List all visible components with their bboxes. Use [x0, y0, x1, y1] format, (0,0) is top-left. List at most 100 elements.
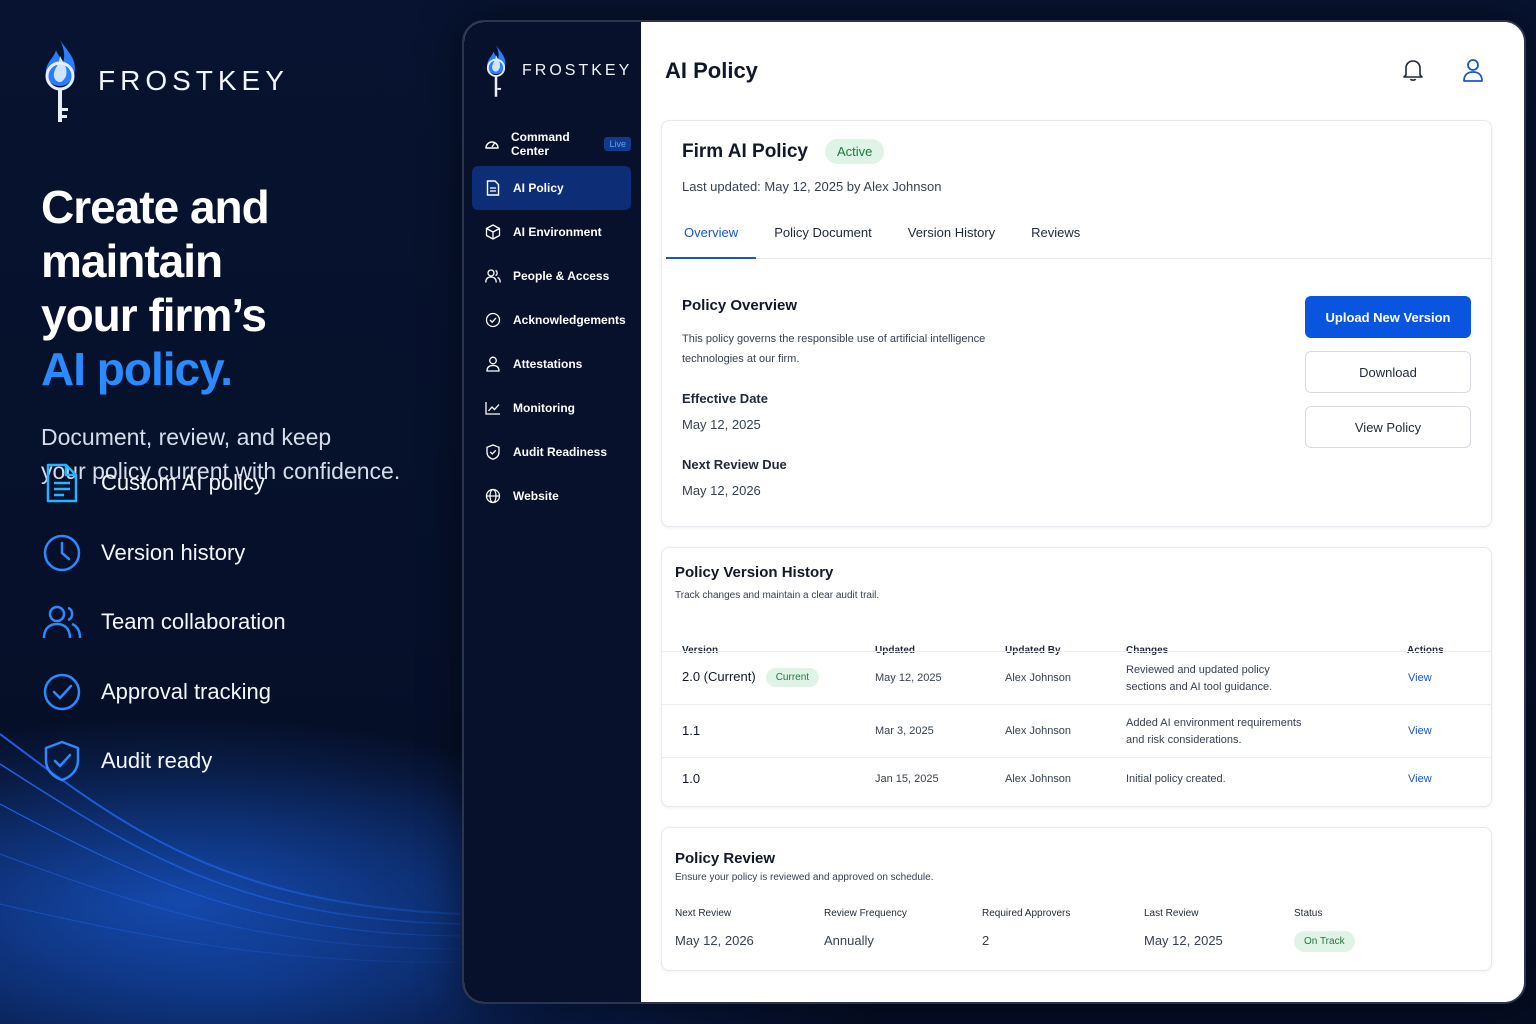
status-badge: Active [825, 139, 885, 164]
brand: FROSTKEY [38, 38, 289, 124]
feature-label: Version history [101, 539, 246, 565]
feature-item: Version history [41, 533, 286, 573]
feature-item: Team collaboration [41, 602, 286, 642]
view-policy-button[interactable]: View Policy [1305, 406, 1471, 448]
hero: Create and maintain your firm’s AI polic… [41, 180, 461, 488]
required-approvers-value: 2 [982, 933, 990, 948]
globe-icon [484, 487, 502, 505]
updated-by-cell: Alex Johnson [1005, 725, 1072, 737]
table-row: 1.1 Mar 3, 2025 Alex Johnson Added AI en… [662, 704, 1491, 757]
sidebar-item-label: People & Access [513, 269, 610, 283]
hero-line-1: Create and maintain [41, 181, 270, 287]
required-approvers-label: Required Approvers [982, 908, 1071, 919]
version-history-subtitle: Track changes and maintain a clear audit… [675, 590, 880, 601]
overview-description: This policy governs the responsible use … [682, 333, 986, 365]
feature-label: Custom AI policy [101, 470, 265, 495]
feature-label: Audit ready [101, 748, 213, 773]
sidebar-item-people-access[interactable]: People & Access [472, 254, 631, 298]
next-review-value: May 12, 2026 [675, 933, 754, 948]
feature-label: Approval tracking [101, 678, 271, 704]
chart-icon [484, 399, 502, 417]
tab-reviews[interactable]: Reviews [1013, 215, 1098, 259]
check-circle-icon [484, 311, 502, 329]
hero-line-2: your firm’s [41, 289, 267, 341]
sidebar-item-label: Monitoring [513, 401, 575, 415]
feature-list: Custom AI policy Version history Team co… [41, 463, 286, 811]
view-link[interactable]: View [1408, 672, 1432, 684]
updated-by-cell: Alex Johnson [1005, 672, 1072, 684]
sidebar-item-audit-readiness[interactable]: Audit Readiness [472, 430, 631, 474]
live-badge: Live [604, 137, 631, 151]
sidebar-item-label: AI Policy [513, 181, 564, 195]
feature-label: Team collaboration [101, 609, 286, 634]
sidebar-item-monitoring[interactable]: Monitoring [472, 386, 631, 430]
view-link[interactable]: View [1408, 773, 1432, 785]
tab-version-history[interactable]: Version History [890, 215, 1013, 259]
policy-card: Firm AI Policy Active Last updated: May … [661, 120, 1492, 527]
policy-review-card: Policy Review Ensure your policy is revi… [661, 827, 1492, 971]
sidebar-item-ai-environment[interactable]: AI Environment [472, 210, 631, 254]
document-icon [41, 462, 83, 504]
sidebar-item-website[interactable]: Website [472, 474, 631, 518]
upload-new-version-button[interactable]: Upload New Version [1305, 296, 1471, 338]
sidebar-item-acknowledgements[interactable]: Acknowledgements [472, 298, 631, 342]
sidebar-brand-name: FROSTKEY [522, 62, 633, 79]
changes-cell: Added AI environment requirements and ri… [1126, 715, 1302, 749]
last-review-value: May 12, 2025 [1144, 933, 1223, 948]
sidebar-item-ai-policy[interactable]: AI Policy [472, 166, 631, 210]
changes-cell: Reviewed and updated policy sections and… [1126, 662, 1272, 696]
changes-line: and risk considerations. [1126, 734, 1242, 746]
overview-title: Policy Overview [682, 297, 798, 314]
version-cell: 2.0 (Current) Current [682, 668, 820, 687]
changes-cell: Initial policy created. [1126, 773, 1226, 785]
shield-check-icon [484, 443, 502, 461]
policy-review-title: Policy Review [675, 850, 776, 867]
sidebar-item-attestations[interactable]: Attestations [472, 342, 631, 386]
on-track-badge: On Track [1294, 931, 1355, 952]
version-value: 1.0 [682, 771, 701, 786]
version-history-card: Policy Version History Track changes and… [661, 547, 1492, 807]
user-icon [484, 355, 502, 373]
next-review-label: Next Review [675, 908, 732, 919]
table-row: 1.0 Jan 15, 2025 Alex Johnson Initial po… [662, 757, 1491, 805]
review-frequency-value: Annually [824, 933, 874, 948]
feature-item: Approval tracking [41, 672, 286, 712]
users-icon [41, 601, 83, 643]
page-title: AI Policy [665, 58, 758, 83]
view-link[interactable]: View [1408, 725, 1432, 737]
last-updated: Last updated: May 12, 2025 by Alex Johns… [682, 179, 942, 194]
sidebar-brand[interactable]: FROSTKEY [482, 44, 632, 98]
download-button[interactable]: Download [1305, 351, 1471, 393]
tab-policy-document[interactable]: Policy Document [756, 215, 890, 259]
policy-tabs: Overview Policy Document Version History… [666, 215, 1491, 259]
user-profile-icon[interactable] [1462, 58, 1484, 87]
sidebar-item-label: Command Center [511, 130, 570, 158]
sidebar-item-label: AI Environment [513, 225, 602, 239]
hero-accent: AI policy. [41, 343, 233, 395]
updated-cell: Mar 3, 2025 [875, 725, 934, 737]
bell-icon[interactable] [1402, 58, 1424, 87]
sidebar-item-label: Website [513, 489, 559, 503]
table-row: 2.0 (Current) Current May 12, 2025 Alex J… [662, 651, 1491, 704]
sidebar-nav: Command Center Live AI Policy AI Environ… [472, 122, 631, 518]
tab-overview[interactable]: Overview [666, 215, 757, 259]
policy-header: Firm AI Policy Active [682, 139, 885, 164]
feature-item: Audit ready [41, 740, 286, 782]
policy-review-subtitle: Ensure your policy is reviewed and appro… [675, 872, 934, 883]
sidebar-item-label: Acknowledgements [513, 313, 626, 327]
updated-cell: Jan 15, 2025 [875, 773, 939, 785]
policy-name: Firm AI Policy [682, 140, 808, 162]
next-review-label: Next Review Due [682, 457, 787, 472]
check-circle-icon [41, 671, 83, 713]
gauge-icon [484, 135, 500, 153]
effective-date-value: May 12, 2025 [682, 417, 761, 432]
sidebar-item-label: Attestations [513, 357, 583, 371]
app-window: FROSTKEY Command Center Live AI Policy A… [462, 20, 1526, 1004]
feature-item: Custom AI policy [41, 463, 286, 503]
next-review-value: May 12, 2026 [682, 483, 761, 498]
hero-headline: Create and maintain your firm’s AI polic… [41, 180, 461, 396]
sidebar: FROSTKEY Command Center Live AI Policy A… [464, 22, 641, 1002]
sidebar-item-command-center[interactable]: Command Center Live [472, 122, 631, 166]
shield-check-icon [41, 740, 83, 782]
main-content: AI Policy Firm AI Policy Active Last upd… [641, 22, 1524, 1002]
